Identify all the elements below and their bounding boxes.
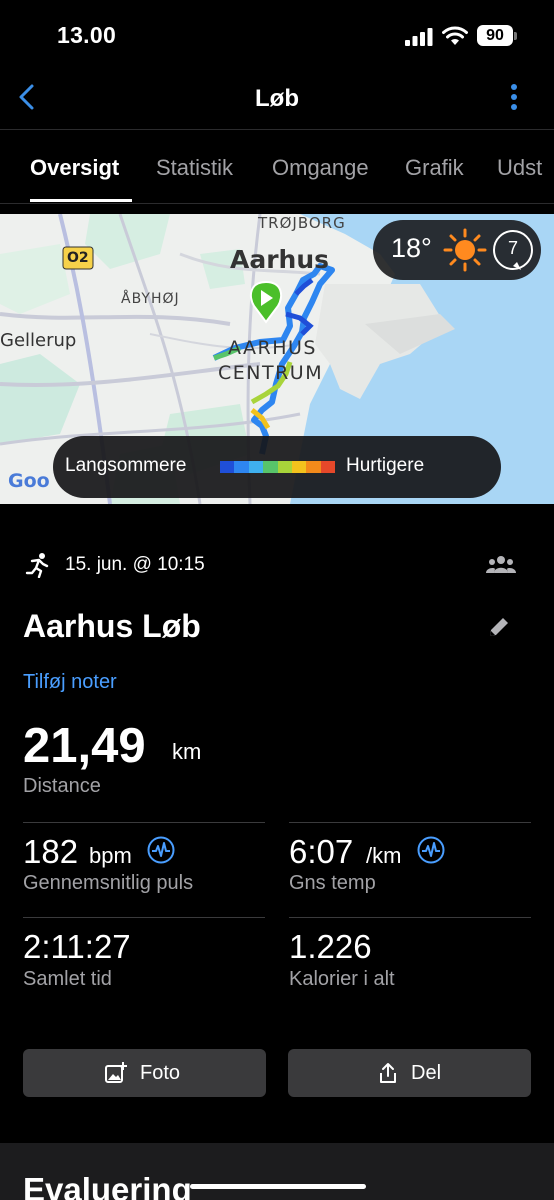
pace-label: Gns temp: [289, 872, 376, 894]
google-logo: Goo: [8, 470, 50, 492]
route-map[interactable]: TRØJBORG O2 Aarhus ÅBYHØJ Gellerup AARHU…: [0, 214, 554, 504]
tab-bar: Oversigt Statistik Omgange Grafik Udst: [0, 131, 554, 204]
pace-color-scale: [220, 461, 335, 473]
battery-icon: 90: [477, 25, 513, 46]
wind-speed: 7: [507, 238, 518, 258]
divider: [289, 917, 531, 918]
status-bar: 13.00 90: [0, 0, 554, 70]
legend-slow-label: Langsommere: [65, 455, 187, 476]
share-icon: [380, 1063, 396, 1083]
weather-badge: 18° 7: [373, 220, 541, 280]
activity-title: Aarhus Løb: [23, 608, 201, 644]
pace-color-swatch: [248, 461, 264, 473]
divider: [23, 917, 265, 918]
wind-direction-icon: 7: [491, 228, 535, 272]
pace-color-swatch: [320, 461, 335, 473]
total-time-label: Samlet tid: [23, 968, 112, 990]
share-button[interactable]: Del: [288, 1049, 531, 1097]
pencil-icon[interactable]: [486, 614, 512, 640]
pace-chart-icon[interactable]: [417, 836, 445, 864]
heart-rate-value: 182: [23, 833, 79, 870]
pace-value: 6:07: [289, 833, 354, 870]
add-photo-button[interactable]: Foto: [23, 1049, 266, 1097]
map-label-trojborg: TRØJBORG: [258, 214, 346, 232]
page-title: Løb: [255, 85, 299, 112]
heart-rate-unit: bpm: [89, 843, 132, 868]
cellular-signal-icon: [405, 28, 433, 46]
total-time-value: 2:11:27: [23, 928, 131, 965]
heart-rate-label: Gennemsnitlig puls: [23, 872, 194, 894]
running-icon: [25, 553, 49, 578]
evaluation-title: Evaluering: [23, 1171, 192, 1200]
active-tab-indicator: [30, 199, 132, 202]
activity-date: 15. jun. @ 10:15: [65, 554, 205, 575]
evaluation-card[interactable]: Evaluering: [0, 1143, 554, 1200]
add-photo-icon: [105, 1062, 127, 1083]
map-label-centrum-line2: CENTRUM: [218, 362, 324, 384]
nav-bar: Løb: [0, 70, 554, 130]
tab-oversigt[interactable]: Oversigt: [30, 155, 119, 181]
tab-udstyr[interactable]: Udst: [497, 155, 542, 181]
pace-color-swatch: [220, 461, 235, 473]
pace-color-swatch: [306, 461, 321, 473]
add-notes-link[interactable]: Tilføj noter: [23, 671, 117, 694]
map-label-aarhus: Aarhus: [230, 245, 330, 274]
map-label-abyhoj: ÅBYHØJ: [121, 291, 180, 307]
divider: [23, 822, 265, 823]
pace-color-swatch: [234, 461, 249, 473]
pace-legend: Langsommere Hurtigere: [53, 436, 501, 498]
battery-level: 90: [486, 27, 504, 44]
group-icon[interactable]: [486, 553, 516, 577]
tab-grafik[interactable]: Grafik: [405, 155, 464, 181]
distance-unit: km: [172, 739, 202, 764]
vertical-dots-icon[interactable]: [500, 82, 528, 112]
pace-color-swatch: [277, 461, 292, 473]
divider: [289, 822, 531, 823]
weather-temperature: 18°: [391, 233, 432, 263]
map-label-gellerup: Gellerup: [0, 330, 77, 351]
pace-unit: /km: [366, 843, 402, 868]
heart-rate-chart-icon[interactable]: [147, 836, 175, 864]
pace-color-swatch: [291, 461, 307, 473]
map-label-centrum-line1: AARHUS: [228, 337, 317, 359]
add-photo-label: Foto: [140, 1062, 181, 1084]
home-indicator[interactable]: [190, 1184, 366, 1189]
battery-tip: [514, 32, 517, 40]
distance-value: 21,49: [23, 719, 146, 773]
share-label: Del: [411, 1062, 442, 1084]
legend-fast-label: Hurtigere: [346, 455, 425, 476]
distance-label: Distance: [23, 775, 101, 797]
status-time: 13.00: [57, 22, 117, 48]
calories-value: 1.226: [289, 928, 372, 965]
sun-icon: [443, 228, 487, 272]
map-label-road: O2: [67, 250, 89, 266]
wifi-icon: [442, 26, 468, 45]
pace-color-swatch: [263, 461, 278, 473]
tab-omgange[interactable]: Omgange: [272, 155, 369, 181]
tab-statistik[interactable]: Statistik: [156, 155, 233, 181]
calories-label: Kalorier i alt: [289, 968, 395, 990]
